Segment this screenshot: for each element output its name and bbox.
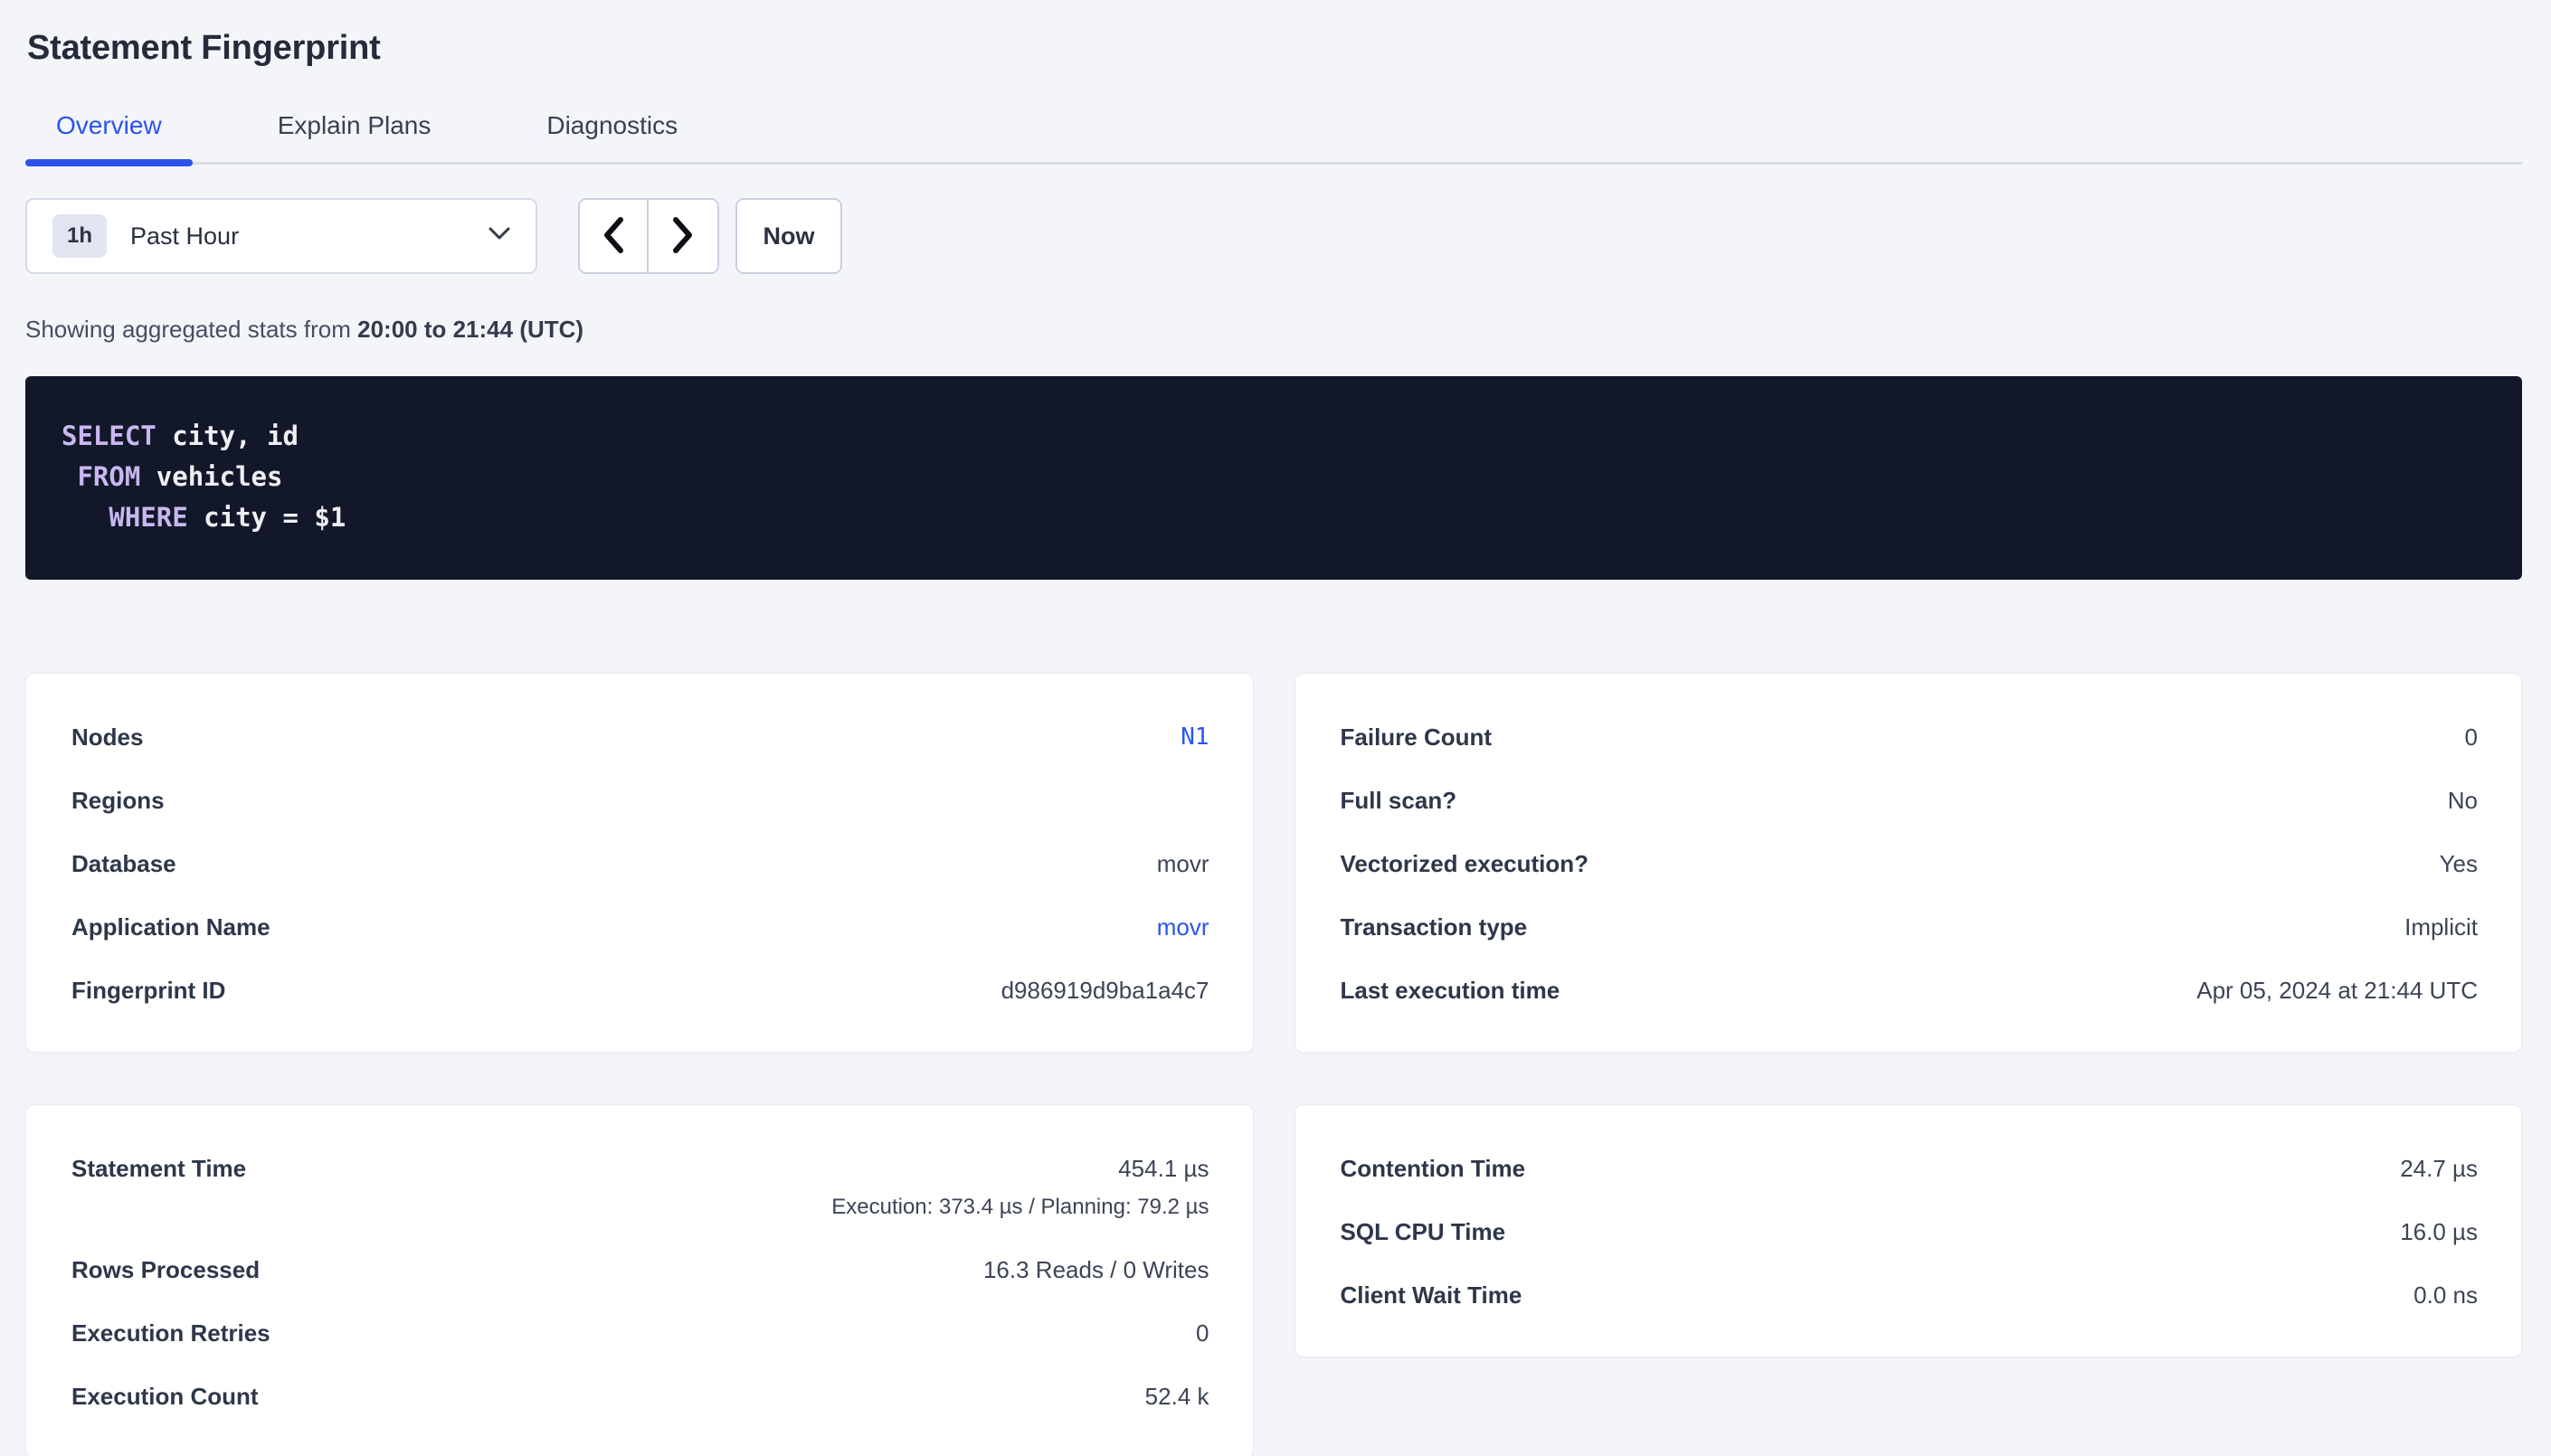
- sql-text: city, id: [156, 421, 299, 451]
- chevron-left-icon: [601, 215, 626, 258]
- time-step-buttons: [578, 198, 719, 274]
- vectorized-execution-value: Yes: [2440, 849, 2478, 878]
- table-row: Regions: [71, 786, 1209, 815]
- table-row: Vectorized execution? Yes: [1341, 849, 2479, 878]
- vectorized-execution-label: Vectorized execution?: [1341, 849, 1589, 878]
- sql-text: vehicles: [140, 461, 282, 492]
- statement-time-breakdown: Execution: 373.4 µs / Planning: 79.2 µs: [831, 1194, 1209, 1221]
- client-wait-time-label: Client Wait Time: [1341, 1281, 1522, 1309]
- sql-line: SELECT city, id: [62, 416, 2486, 457]
- contention-time-value: 24.7 µs: [2400, 1154, 2478, 1183]
- time-range-badge: 1h: [52, 214, 107, 258]
- chevron-right-icon: [670, 215, 696, 258]
- fingerprint-id-label: Fingerprint ID: [71, 976, 225, 1005]
- rows-processed-value: 16.3 Reads / 0 Writes: [983, 1255, 1209, 1284]
- sql-indent: [62, 461, 77, 492]
- table-row: Fingerprint ID d986919d9ba1a4c7: [71, 976, 1209, 1005]
- transaction-type-label: Transaction type: [1341, 912, 1528, 941]
- stats-card-left: Statement Time 454.1 µs Execution: 373.4…: [25, 1104, 1254, 1456]
- statement-fingerprint-page: Statement Fingerprint Overview Explain P…: [0, 0, 2551, 1456]
- details-card-left: Nodes N1 Regions Database movr Applicati…: [25, 673, 1254, 1053]
- transaction-type-value: Implicit: [2404, 912, 2478, 941]
- nodes-label: Nodes: [71, 723, 143, 752]
- details-card-right: Failure Count 0 Full scan? No Vectorized…: [1294, 673, 2523, 1053]
- statement-time-value-block: 454.1 µs Execution: 373.4 µs / Planning:…: [831, 1154, 1209, 1221]
- full-scan-label: Full scan?: [1341, 786, 1457, 815]
- aggregated-stats-line: Showing aggregated stats from 20:00 to 2…: [25, 316, 2522, 344]
- execution-retries-label: Execution Retries: [71, 1319, 270, 1347]
- table-row: Rows Processed 16.3 Reads / 0 Writes: [71, 1255, 1209, 1284]
- sql-text: city = $1: [188, 502, 346, 533]
- contention-time-label: Contention Time: [1341, 1154, 1526, 1183]
- sql-cpu-time-label: SQL CPU Time: [1341, 1217, 1506, 1246]
- time-controls: 1h Past Hour Now: [25, 198, 2522, 274]
- execution-count-value: 52.4 k: [1145, 1382, 1209, 1411]
- now-button[interactable]: Now: [735, 198, 842, 274]
- table-row: Client Wait Time 0.0 ns: [1341, 1281, 2479, 1309]
- execution-retries-value: 0: [1196, 1319, 1209, 1347]
- table-row: Application Name movr: [71, 912, 1209, 941]
- next-interval-button[interactable]: [649, 200, 717, 272]
- application-name-label: Application Name: [71, 912, 270, 941]
- chevron-down-icon: [488, 227, 510, 245]
- sql-cpu-time-value: 16.0 µs: [2400, 1217, 2478, 1246]
- table-row: Database movr: [71, 849, 1209, 878]
- table-row: Statement Time 454.1 µs Execution: 373.4…: [71, 1154, 1209, 1221]
- last-execution-time-value: Apr 05, 2024 at 21:44 UTC: [2196, 976, 2478, 1005]
- tab-bar: Overview Explain Plans Diagnostics: [25, 111, 2522, 165]
- statement-time-value: 454.1 µs: [831, 1154, 1209, 1183]
- sql-keyword: WHERE: [109, 502, 187, 533]
- failure-count-value: 0: [2465, 723, 2478, 752]
- table-row: Failure Count 0: [1341, 723, 2479, 752]
- sql-keyword: SELECT: [62, 421, 156, 451]
- time-range-dropdown[interactable]: 1h Past Hour: [25, 198, 537, 274]
- sql-line: WHERE city = $1: [62, 497, 2486, 538]
- table-row: SQL CPU Time 16.0 µs: [1341, 1217, 2479, 1246]
- table-row: Last execution time Apr 05, 2024 at 21:4…: [1341, 976, 2479, 1005]
- tab-diagnostics[interactable]: Diagnostics: [516, 111, 708, 162]
- sql-indent: [62, 502, 109, 533]
- tab-explain-plans[interactable]: Explain Plans: [247, 111, 462, 162]
- table-row: Execution Retries 0: [71, 1319, 1209, 1347]
- stats-line-prefix: Showing aggregated stats from: [25, 316, 357, 343]
- regions-label: Regions: [71, 786, 165, 815]
- failure-count-label: Failure Count: [1341, 723, 1493, 752]
- nodes-link[interactable]: N1: [1181, 723, 1209, 752]
- table-row: Full scan? No: [1341, 786, 2479, 815]
- table-row: Nodes N1: [71, 723, 1209, 752]
- sql-statement-box: SELECT city, id FROM vehicles WHERE city…: [25, 376, 2522, 580]
- table-row: Transaction type Implicit: [1341, 912, 2479, 941]
- time-range-label: Past Hour: [130, 222, 239, 251]
- sql-line: FROM vehicles: [62, 457, 2486, 497]
- client-wait-time-value: 0.0 ns: [2413, 1281, 2478, 1309]
- summary-cards: Nodes N1 Regions Database movr Applicati…: [25, 673, 2522, 1456]
- table-row: Execution Count 52.4 k: [71, 1382, 1209, 1411]
- database-label: Database: [71, 849, 176, 878]
- sql-keyword: FROM: [77, 461, 140, 492]
- application-name-link[interactable]: movr: [1157, 912, 1209, 941]
- stats-card-right: Contention Time 24.7 µs SQL CPU Time 16.…: [1294, 1104, 2523, 1357]
- previous-interval-button[interactable]: [580, 200, 649, 272]
- stats-line-range: 20:00 to 21:44 (UTC): [357, 316, 583, 343]
- page-title: Statement Fingerprint: [27, 29, 2522, 68]
- fingerprint-id-value: d986919d9ba1a4c7: [1001, 976, 1209, 1005]
- rows-processed-label: Rows Processed: [71, 1255, 260, 1284]
- statement-time-label: Statement Time: [71, 1154, 246, 1183]
- last-execution-time-label: Last execution time: [1341, 976, 1560, 1005]
- execution-count-label: Execution Count: [71, 1382, 259, 1411]
- database-value: movr: [1157, 849, 1209, 878]
- tab-overview[interactable]: Overview: [25, 111, 193, 162]
- table-row: Contention Time 24.7 µs: [1341, 1154, 2479, 1183]
- full-scan-value: No: [2448, 786, 2478, 815]
